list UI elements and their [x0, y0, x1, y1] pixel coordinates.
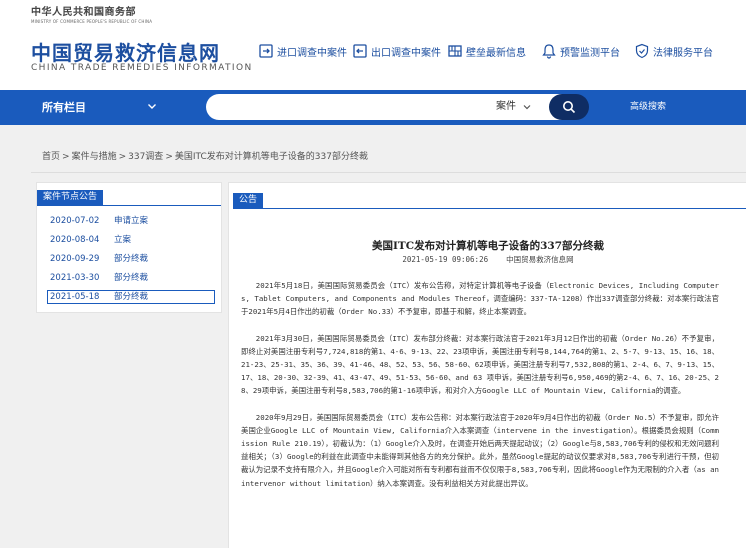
search-icon: [563, 101, 576, 114]
case-stage-item-active[interactable]: 2021-05-18 部分终裁: [47, 290, 215, 304]
link-import-cases[interactable]: 进口调查中案件: [258, 43, 347, 59]
breadcrumb-separator: >: [165, 152, 173, 162]
article-meta: 2021-05-19 09:06:26 中国贸易救济信息网: [229, 254, 746, 265]
article-date: 2021-05-19 09:06:26: [402, 255, 489, 264]
article-body: 2021年5月18日，美国国际贸易委员会（ITC）发布公告称，对特定计算机等电子…: [241, 279, 719, 503]
site-header: 中华人民共和国商务部 MINISTRY OF COMMERCE PEOPLE'S…: [0, 0, 746, 90]
breadcrumb-cases[interactable]: 案件与措施: [72, 152, 117, 162]
link-legal-platform-label: 法律服务平台: [653, 47, 713, 59]
case-stage-date: 2020-09-29: [50, 254, 100, 264]
bell-icon: [541, 43, 557, 59]
case-stage-date: 2021-03-30: [50, 273, 100, 283]
breadcrumb-separator: >: [62, 152, 70, 162]
search-category-select[interactable]: 案件: [496, 94, 516, 120]
link-export-cases[interactable]: 出口调查中案件: [352, 43, 441, 59]
link-import-cases-label: 进口调查中案件: [277, 47, 347, 59]
search-input[interactable]: [220, 98, 480, 116]
breadcrumb-337[interactable]: 337调查: [128, 152, 163, 162]
site-title-en: CHINA TRADE REMEDIES INFORMATION: [31, 63, 253, 73]
advanced-search-link[interactable]: 高级搜索: [630, 90, 666, 125]
link-warning-platform-label: 预警监测平台: [560, 47, 620, 59]
article-source: 中国贸易救济信息网: [506, 255, 574, 264]
case-stage-item[interactable]: 2021-03-30 部分终裁: [47, 269, 217, 288]
export-case-icon: [352, 43, 368, 59]
article-title: 美国ITC发布对计算机等电子设备的337部分终裁: [372, 240, 604, 252]
article-category-tab: 公告: [233, 193, 264, 208]
case-stage-item[interactable]: 2020-07-02 申请立案: [47, 212, 217, 231]
import-case-icon: [258, 43, 274, 59]
case-stage-name: 部分终裁: [114, 273, 149, 283]
link-legal-platform[interactable]: 法律服务平台: [634, 43, 713, 59]
site-title[interactable]: 中国贸易救济信息网: [31, 37, 220, 66]
chevron-down-icon[interactable]: [146, 100, 158, 112]
shield-icon: [634, 43, 650, 59]
search-button[interactable]: [549, 94, 589, 120]
chevron-down-icon[interactable]: [522, 102, 532, 112]
case-stage-panel: 案件节点公告 2020-07-02 申请立案 2020-08-04 立案 202…: [36, 182, 222, 313]
link-export-cases-label: 出口调查中案件: [371, 47, 441, 59]
breadcrumb: 首页 > 案件与措施 >337调查 > 美国ITC发布对计算机等电子设备的337部分终裁: [42, 149, 368, 162]
case-stage-date: 2020-08-04: [50, 235, 100, 245]
article-paragraph: 2021年5月18日，美国国际贸易委员会（ITC）发布公告称，对特定计算机等电子…: [241, 281, 719, 317]
case-stage-date: 2020-07-02: [50, 216, 100, 226]
ministry-name-en: MINISTRY OF COMMERCE PEOPLE'S REPUBLIC O…: [31, 19, 153, 24]
case-stage-item[interactable]: 2020-08-04 立案: [47, 231, 217, 250]
breadcrumb-home[interactable]: 首页: [42, 152, 60, 162]
ministry-name-cn: 中华人民共和国商务部: [31, 7, 136, 18]
breadcrumb-separator: >: [118, 152, 127, 162]
link-barrier-news[interactable]: 壁垒最新信息: [447, 43, 526, 59]
all-columns-menu[interactable]: 所有栏目: [42, 90, 86, 125]
article-paragraph: 2021年3月30日，美国国际贸易委员会（ITC）发布部分终裁：对本案行政法官于…: [241, 333, 719, 396]
case-stage-panel-title: 案件节点公告: [37, 190, 104, 205]
breadcrumb-divider: [31, 172, 746, 173]
case-stage-list: 2020-07-02 申请立案 2020-08-04 立案 2020-09-29…: [47, 212, 217, 304]
ministry-logo[interactable]: 中华人民共和国商务部 MINISTRY OF COMMERCE PEOPLE'S…: [31, 3, 152, 24]
article-panel: 公告 美国ITC发布对计算机等电子设备的337部分终裁 2021-05-19 0…: [228, 182, 746, 548]
panel-divider: [37, 205, 221, 206]
case-stage-name: 部分终裁: [114, 292, 149, 302]
search-box: 案件: [206, 94, 586, 120]
barrier-news-icon: [447, 43, 463, 59]
link-warning-platform[interactable]: 预警监测平台: [541, 43, 620, 59]
breadcrumb-current: 美国ITC发布对计算机等电子设备的337部分终裁: [174, 152, 368, 162]
case-stage-date: 2021-05-18: [50, 292, 100, 302]
link-barrier-news-label: 壁垒最新信息: [466, 47, 526, 59]
article-paragraph: 2020年9月29日，美国国际贸易委员会（ITC）发布公告称：对本案行政法官于2…: [241, 412, 719, 488]
case-stage-item[interactable]: 2020-09-29 部分终裁: [47, 250, 217, 269]
panel-divider: [233, 208, 746, 209]
case-stage-name: 申请立案: [114, 216, 149, 226]
case-stage-name: 部分终裁: [114, 254, 149, 264]
case-stage-name: 立案: [114, 235, 132, 245]
